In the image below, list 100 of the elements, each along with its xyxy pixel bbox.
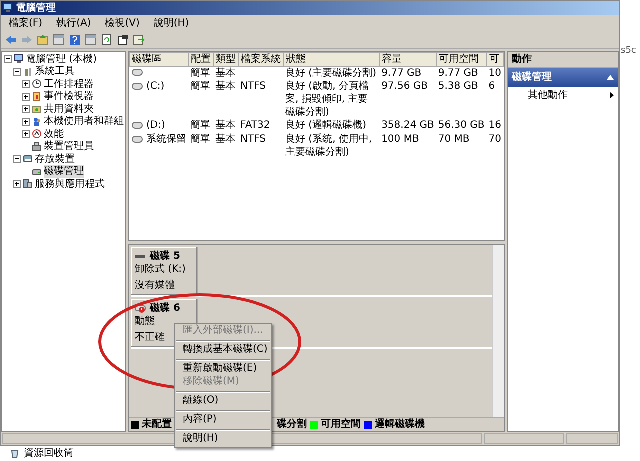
table-cell: 9.77 GB (380, 66, 436, 80)
table-cell-text: 56.30 GB (437, 119, 486, 133)
table-cell-text: 6 (488, 80, 496, 94)
expand-toggle[interactable] (22, 80, 30, 88)
column-header[interactable]: 可用空間 (436, 52, 487, 66)
drive-icon (132, 136, 142, 143)
event-icon (32, 92, 42, 102)
column-header[interactable]: 檔案系統 (238, 52, 284, 66)
background-window-text: s5c (621, 46, 636, 56)
disk-type: 卸除式 (K:) (135, 263, 186, 276)
table-cell-text: 358.24 GB (380, 119, 436, 133)
table-cell-text: 70 (488, 133, 502, 147)
legend-label: 碟分割 (277, 418, 307, 431)
pane-icon[interactable] (85, 34, 97, 46)
tree-item[interactable]: 系統工具 (35, 65, 75, 78)
desktop-icon-label[interactable]: 資源回收筒 (24, 447, 74, 460)
users-icon (32, 116, 42, 127)
drive-icon (132, 122, 142, 129)
tree-item[interactable]: 效能 (44, 128, 64, 141)
table-cell-text: 基本 (214, 119, 236, 133)
menu-item[interactable]: 內容(P) (175, 414, 271, 427)
disk-error-icon (135, 304, 146, 314)
tree-item[interactable]: 電腦管理 (本機) (26, 52, 97, 66)
table-cell-text: 良好 (邏輯磁碟機) (284, 119, 368, 133)
column-header[interactable]: 配置 (188, 52, 214, 66)
refresh-icon[interactable] (101, 34, 113, 46)
tree-item[interactable]: 裝置管理員 (44, 140, 94, 154)
menu-item[interactable]: 執行(A) (56, 17, 92, 30)
actions-header: 動作 (508, 52, 618, 68)
action-item[interactable]: 其他動作 (508, 87, 618, 104)
column-header[interactable]: 類型 (214, 52, 238, 66)
table-cell-text: 5.38 GB (437, 80, 480, 94)
table-cell: 基本 (214, 66, 238, 80)
menu-item[interactable]: 檢視(V) (105, 17, 140, 30)
table-cell-text: 簡單 (190, 133, 212, 147)
pane-icon[interactable] (53, 34, 65, 46)
tree-item[interactable]: 存放裝置 (35, 152, 75, 166)
table-cell-text: 100 MB (380, 133, 420, 147)
window-title: 電腦管理 (16, 2, 56, 14)
disk-info-panel[interactable]: 磁碟 5 卸除式 (K:) 沒有媒體 (131, 247, 197, 295)
menu-item[interactable]: 轉換成基本磁碟(C) (175, 344, 271, 357)
perf-icon (32, 129, 42, 140)
drive-icon (132, 69, 142, 76)
tree-item[interactable]: 事件檢視器 (44, 90, 94, 104)
disk-name: 磁碟 6 (150, 302, 180, 315)
table-cell: (D:) (146, 119, 166, 132)
table-cell: 簡單 (188, 66, 214, 80)
menu-item[interactable]: 檔案(F) (9, 17, 43, 30)
collapse-toggle[interactable] (4, 55, 12, 64)
scrollbar[interactable] (492, 245, 504, 417)
table-cell: 9.77 GB (436, 66, 487, 80)
storage-icon (23, 154, 33, 164)
help-icon[interactable] (69, 34, 81, 46)
table-cell-text: FAT32 (240, 119, 272, 133)
menu-item[interactable]: 離線(O) (175, 395, 271, 408)
device-icon (32, 142, 42, 152)
legend-label: 未配置 (142, 418, 172, 431)
tree-item[interactable]: 服務與應用程式 (35, 178, 105, 191)
tree-item[interactable]: 共用資料夾 (44, 102, 94, 116)
actions-section[interactable]: 磁碟管理 (508, 68, 618, 87)
table-cell-text: 70 MB (437, 133, 471, 147)
table-cell-text: 簡單 (190, 80, 212, 94)
back-icon[interactable] (5, 34, 17, 46)
column-header[interactable]: 可 (486, 52, 504, 66)
disk-name: 磁碟 5 (150, 250, 180, 263)
expand-toggle[interactable] (22, 118, 30, 126)
collapse-toggle[interactable] (13, 155, 21, 164)
tree-item[interactable]: 本機使用者和群組 (44, 115, 124, 128)
column-header[interactable]: 容量 (380, 52, 436, 66)
expand-toggle[interactable] (22, 105, 30, 114)
disk-status: 沒有媒體 (135, 279, 175, 292)
table-cell: 良好 (主要磁碟分割) (284, 66, 380, 80)
expand-toggle[interactable] (22, 92, 30, 101)
table-cell-text: NTFS (240, 80, 268, 94)
table-cell: (C:) (146, 80, 165, 93)
menu-item[interactable]: 重新啟動磁碟(E) (175, 363, 271, 376)
folder-icon (32, 104, 42, 114)
disk-status: 不正確 (135, 331, 165, 344)
recycle-bin-icon[interactable] (10, 448, 20, 458)
tree-item[interactable]: 工作排程器 (44, 78, 94, 91)
table-cell-text: 97.56 GB (380, 80, 429, 94)
expand-toggle[interactable] (13, 180, 21, 188)
table-cell-text: NTFS (240, 133, 268, 147)
export-icon[interactable] (133, 34, 145, 46)
tree-item[interactable]: 磁碟管理 (44, 165, 84, 178)
menu-item[interactable]: 說明(H) (154, 17, 190, 30)
table-cell: 10 (486, 66, 504, 80)
table-cell-text: 基本 (214, 80, 236, 94)
computer-icon (14, 54, 24, 64)
column-header[interactable]: 狀態 (284, 52, 380, 66)
expand-toggle[interactable] (22, 130, 30, 138)
clock-icon (32, 79, 42, 90)
disk-type: 動態 (135, 315, 155, 328)
collapse-toggle[interactable] (13, 68, 21, 76)
table-cell-text: 簡單 (190, 119, 212, 133)
table-cell-text: 良好 (啟動, 分頁檔案, 損毀傾印, 主要磁碟分割) (284, 80, 370, 119)
column-header[interactable]: 磁碟區 (130, 52, 188, 66)
legend-label: 可用空間 (321, 418, 361, 431)
services-icon (23, 179, 33, 190)
drive-icon (132, 83, 142, 90)
